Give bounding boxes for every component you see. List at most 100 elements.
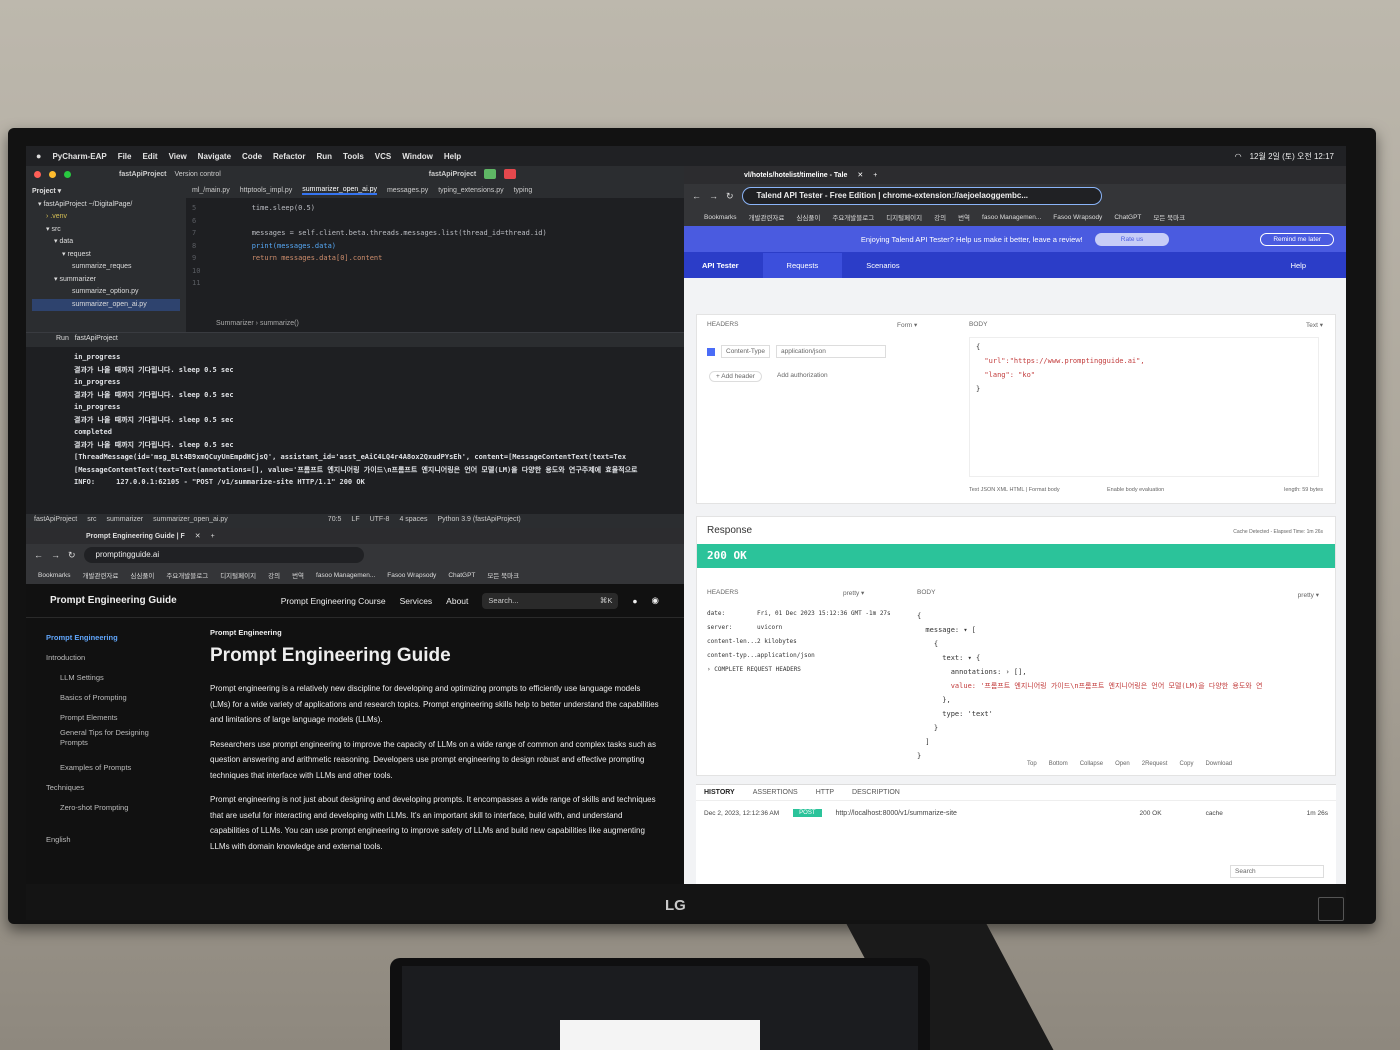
- editor-tab[interactable]: typing: [514, 187, 533, 194]
- tree-item[interactable]: › .venv: [32, 211, 180, 224]
- request-button[interactable]: 2Request: [1142, 761, 1168, 767]
- headers-pretty-dropdown[interactable]: pretty ▾: [843, 589, 864, 597]
- bookmark[interactable]: 주요개발블로그: [166, 570, 208, 580]
- menu-item[interactable]: Edit: [142, 152, 157, 161]
- close-tab-icon[interactable]: ✕: [857, 171, 863, 179]
- menu-item[interactable]: Run: [316, 152, 332, 161]
- body-format-tabs[interactable]: Text JSON XML HTML | Format body: [969, 487, 1060, 493]
- bookmark[interactable]: fasoo Managemen...: [982, 214, 1041, 221]
- reload-icon[interactable]: ↻: [68, 550, 76, 561]
- tree-item[interactable]: summarizer_open_ai.py: [32, 298, 180, 311]
- header-value-input[interactable]: application/json: [776, 345, 887, 358]
- project-selector[interactable]: fastApiProject: [119, 171, 166, 178]
- menu-item[interactable]: Tools: [343, 152, 364, 161]
- run-icon[interactable]: [484, 169, 497, 179]
- bookmark[interactable]: 심심풀이: [796, 212, 820, 222]
- tree-item[interactable]: summarize_option.py: [32, 286, 180, 299]
- menu-item[interactable]: PyCharm-EAP: [52, 152, 106, 161]
- breadcrumb[interactable]: Summarizer › summarize(): [186, 318, 684, 332]
- bookmark[interactable]: 개발관련자료: [83, 570, 119, 580]
- download-button[interactable]: Download: [1205, 761, 1232, 767]
- stop-icon[interactable]: [504, 169, 517, 179]
- app-title[interactable]: API Tester: [702, 261, 739, 270]
- power-button[interactable]: [1318, 897, 1344, 921]
- bookmark[interactable]: 개발관련자료: [749, 212, 785, 222]
- site-search-input[interactable]: Search... ⌘K: [482, 592, 619, 609]
- menu-item[interactable]: File: [118, 152, 132, 161]
- bookmark[interactable]: 번역: [958, 212, 970, 222]
- tree-item[interactable]: ▾ request: [32, 249, 180, 262]
- body-pretty-dropdown[interactable]: pretty ▾: [1298, 591, 1319, 599]
- open-button[interactable]: Open: [1115, 761, 1130, 767]
- bookmark[interactable]: Bookmarks: [704, 214, 737, 221]
- nav-link[interactable]: Services: [400, 596, 433, 606]
- sidebar-item[interactable]: Examples of Prompts: [46, 758, 176, 778]
- nav-link[interactable]: About: [446, 596, 468, 606]
- menu-item[interactable]: Navigate: [198, 152, 231, 161]
- sidebar-item[interactable]: Prompt Engineering: [46, 628, 176, 648]
- menu-item[interactable]: Refactor: [273, 152, 305, 161]
- header-checkbox[interactable]: [707, 347, 715, 356]
- reload-icon[interactable]: ↻: [726, 191, 734, 202]
- status-item[interactable]: src: [87, 516, 96, 526]
- bookmark[interactable]: Fasoo Wrapsody: [387, 572, 436, 579]
- bookmark[interactable]: 강의: [934, 212, 946, 222]
- rate-us-button[interactable]: Rate us: [1094, 232, 1170, 246]
- menu-item[interactable]: View: [169, 152, 187, 161]
- copy-button[interactable]: Copy: [1179, 761, 1193, 767]
- bookmark[interactable]: 모든 북마크: [487, 570, 519, 580]
- zoom-icon[interactable]: [64, 170, 71, 178]
- new-tab-icon[interactable]: +: [211, 533, 215, 540]
- tab-assertions[interactable]: ASSERTIONS: [753, 789, 798, 796]
- tree-item[interactable]: ▾ src: [32, 224, 180, 237]
- status-item[interactable]: fastApiProject: [34, 516, 77, 526]
- run-config[interactable]: fastApiProject: [429, 171, 476, 178]
- bookmark[interactable]: fasoo Managemen...: [316, 572, 375, 579]
- wifi-icon[interactable]: ◠: [1235, 152, 1242, 161]
- vcs-selector[interactable]: Version control: [174, 171, 220, 178]
- sidebar-item[interactable]: LLM Settings: [46, 668, 176, 688]
- status-item[interactable]: UTF-8: [370, 516, 390, 526]
- status-item[interactable]: Python 3.9 (fastApiProject): [437, 516, 520, 526]
- status-item[interactable]: LF: [351, 516, 359, 526]
- github-icon[interactable]: ●: [632, 596, 637, 606]
- status-item[interactable]: 70:5: [328, 516, 342, 526]
- menu-item[interactable]: VCS: [375, 152, 391, 161]
- history-search-input[interactable]: Search: [1230, 865, 1324, 878]
- status-item[interactable]: 4 spaces: [399, 516, 427, 526]
- browser-tab[interactable]: vl/hotels/hotelist/timeline - Tale: [744, 172, 847, 179]
- header-name-input[interactable]: Content-Type: [721, 345, 771, 358]
- sidebar-item[interactable]: Basics of Prompting: [46, 688, 176, 708]
- tree-item[interactable]: ▾ fastApiProject ~/DigitalPage/: [32, 199, 180, 212]
- site-logo[interactable]: Prompt Engineering Guide: [50, 595, 177, 606]
- clock[interactable]: 12월 2일 (토) 오전 12:17: [1250, 151, 1334, 162]
- bookmark[interactable]: ChatGPT: [448, 572, 475, 579]
- url-input[interactable]: Talend API Tester - Free Edition | chrom…: [741, 187, 1102, 205]
- menu-item[interactable]: Code: [242, 152, 262, 161]
- complete-headers-toggle[interactable]: › COMPLETE REQUEST HEADERS: [707, 663, 907, 677]
- tab-history[interactable]: HISTORY: [704, 789, 735, 796]
- bottom-button[interactable]: Bottom: [1049, 761, 1068, 767]
- body-format-dropdown[interactable]: Text ▾: [1306, 321, 1323, 329]
- tab-scenarios[interactable]: Scenarios: [866, 261, 899, 270]
- forward-icon[interactable]: →: [51, 550, 60, 560]
- close-icon[interactable]: [34, 170, 41, 178]
- status-item[interactable]: summarizer: [107, 516, 144, 526]
- bookmark[interactable]: 주요개발블로그: [832, 212, 874, 222]
- url-input[interactable]: promptingguide.ai: [83, 547, 364, 563]
- status-item[interactable]: summarizer_open_ai.py: [153, 516, 228, 526]
- editor-tab-active[interactable]: summarizer_open_ai.py: [302, 186, 377, 195]
- bookmark[interactable]: ChatGPT: [1114, 214, 1141, 221]
- tab-http[interactable]: HTTP: [816, 789, 834, 796]
- sidebar-item[interactable]: Prompt Elements: [46, 708, 176, 728]
- back-icon[interactable]: ←: [692, 191, 701, 201]
- run-tab[interactable]: Run fastApiProject: [26, 333, 684, 347]
- add-header-button[interactable]: + Add header: [709, 371, 762, 382]
- bookmark[interactable]: 디지털페이지: [886, 212, 922, 222]
- close-tab-icon[interactable]: ✕: [195, 532, 201, 540]
- history-row[interactable]: Dec 2, 2023, 12:12:36 AM POST http://loc…: [696, 801, 1336, 825]
- enable-eval-checkbox[interactable]: Enable body evaluation: [1107, 487, 1164, 493]
- minimize-icon[interactable]: [49, 170, 56, 178]
- nav-link[interactable]: Prompt Engineering Course: [281, 596, 386, 606]
- new-tab-icon[interactable]: +: [873, 172, 877, 179]
